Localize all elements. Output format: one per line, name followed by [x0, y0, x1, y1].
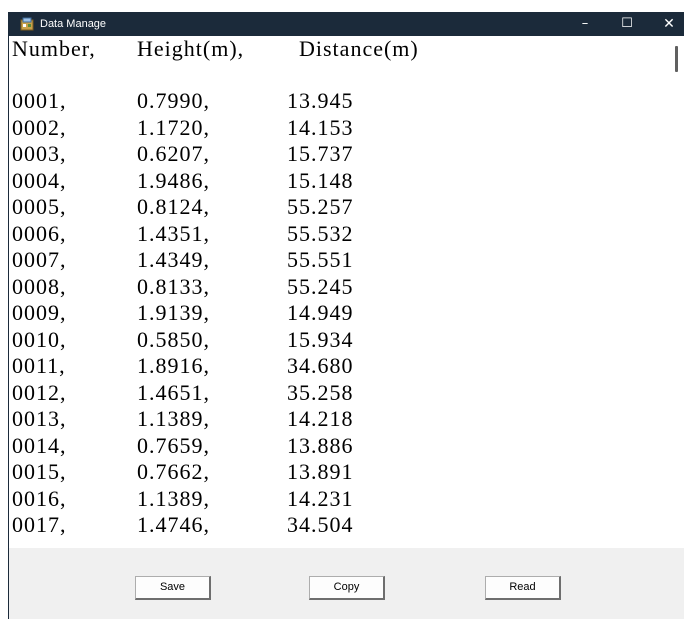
table-row: 0001, 0.7990, 13.945 — [9, 88, 649, 114]
header-row: Number, Height(m), Distance(m) — [9, 36, 649, 62]
row-height: 1.4351, — [137, 220, 210, 246]
row-height: 0.8133, — [137, 273, 210, 299]
row-distance: 14.153 — [287, 114, 354, 140]
row-height: 0.6207, — [137, 141, 210, 166]
save-button[interactable]: Save — [135, 576, 211, 600]
row-number: 0002, — [12, 114, 67, 140]
row-distance: 13.891 — [287, 459, 354, 484]
row-number: 0014, — [12, 432, 67, 458]
row-number: 0006, — [12, 220, 67, 246]
row-distance: 14.949 — [287, 300, 354, 325]
table-row: 0007, 1.4349, 55.551 — [9, 247, 649, 273]
row-distance: 14.231 — [287, 485, 354, 511]
row-height: 1.9486, — [137, 167, 210, 193]
row-number: 0013, — [12, 406, 67, 431]
row-height: 0.5850, — [137, 326, 210, 352]
app-window-icon — [20, 17, 34, 31]
row-number: 0004, — [12, 167, 67, 193]
row-height: 0.7990, — [137, 88, 210, 113]
table-row: 0012, 1.4651, 35.258 — [9, 380, 649, 406]
table-row: 0005, 0.8124, 55.257 — [9, 194, 649, 220]
scrollbar-thumb[interactable] — [675, 46, 678, 72]
row-number: 0010, — [12, 326, 67, 352]
header-distance: Distance(m) — [299, 36, 419, 61]
row-distance: 14.218 — [287, 406, 354, 431]
table-row: 0015, 0.7662, 13.891 — [9, 459, 649, 485]
maximize-button[interactable]: ☐ — [607, 12, 647, 36]
row-distance: 15.737 — [287, 141, 354, 166]
table-row: 0014, 0.7659, 13.886 — [9, 433, 649, 459]
row-height: 1.1389, — [137, 485, 210, 511]
row-number: 0016, — [12, 485, 67, 511]
read-button[interactable]: Read — [485, 576, 561, 600]
table-row: 0003, 0.6207, 15.737 — [9, 141, 649, 167]
table-row: 0010, 0.5850, 15.934 — [9, 327, 649, 353]
row-number: 0007, — [12, 247, 67, 272]
row-distance: 15.148 — [287, 167, 354, 193]
table-row: 0016, 1.1389, 14.231 — [9, 486, 649, 512]
row-height: 0.8124, — [137, 194, 210, 219]
table-row: 0013, 1.1389, 14.218 — [9, 406, 649, 432]
title-bar[interactable]: Data Manage – ☐ ✕ — [9, 12, 684, 36]
data-text-area[interactable]: Number, Height(m), Distance(m) 0001, 0.79… — [9, 36, 668, 548]
row-distance: 55.551 — [287, 247, 354, 272]
row-distance: 55.245 — [287, 273, 354, 299]
row-height: 1.4349, — [137, 247, 210, 272]
table-row: 0011, 1.8916, 34.680 — [9, 353, 649, 379]
vertical-scrollbar[interactable] — [668, 36, 684, 548]
copy-button[interactable]: Copy — [309, 576, 385, 600]
data-manage-window: Data Manage – ☐ ✕ Number, Height(m), Dis… — [8, 12, 684, 619]
header-number: Number, — [12, 36, 96, 61]
row-number: 0005, — [12, 194, 67, 219]
table-row: 0017, 1.4746, 34.504 — [9, 512, 649, 538]
row-distance: 13.945 — [287, 88, 354, 113]
row-distance: 35.258 — [287, 379, 354, 405]
row-number: 0001, — [12, 88, 67, 113]
row-number: 0017, — [12, 512, 67, 537]
row-distance: 15.934 — [287, 326, 354, 352]
row-height: 1.9139, — [137, 300, 210, 325]
header-height: Height(m), — [137, 36, 245, 61]
row-height: 1.1389, — [137, 406, 210, 431]
row-height: 1.8916, — [137, 353, 210, 378]
row-number: 0015, — [12, 459, 67, 484]
row-height: 1.4746, — [137, 512, 210, 537]
row-distance: 34.504 — [287, 512, 354, 537]
row-number: 0008, — [12, 273, 67, 299]
row-height: 1.1720, — [137, 114, 210, 140]
row-number: 0003, — [12, 141, 67, 166]
table-row: 0006, 1.4351, 55.532 — [9, 221, 649, 247]
row-distance: 13.886 — [287, 432, 354, 458]
row-number: 0011, — [12, 353, 66, 378]
row-distance: 34.680 — [287, 353, 354, 378]
row-number: 0012, — [12, 379, 67, 405]
row-height: 0.7659, — [137, 432, 210, 458]
row-distance: 55.257 — [287, 194, 354, 219]
row-height: 1.4651, — [137, 379, 210, 405]
row-distance: 55.532 — [287, 220, 354, 246]
window-title: Data Manage — [40, 18, 107, 30]
row-height: 0.7662, — [137, 459, 210, 484]
row-number: 0009, — [12, 300, 67, 325]
table-row: 0009, 1.9139, 14.949 — [9, 300, 649, 326]
table-row: 0004, 1.9486, 15.148 — [9, 168, 649, 194]
table-row: 0008, 0.8133, 55.245 — [9, 274, 649, 300]
close-button[interactable]: ✕ — [649, 12, 684, 36]
minimize-button[interactable]: – — [565, 12, 605, 36]
table-row: 0002, 1.1720, 14.153 — [9, 115, 649, 141]
